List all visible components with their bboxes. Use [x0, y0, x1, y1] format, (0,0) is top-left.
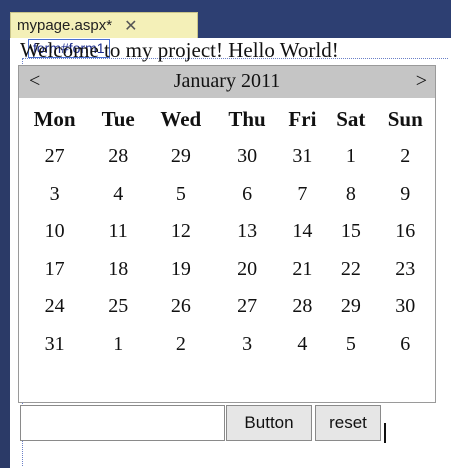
day-cell[interactable]: 7	[279, 176, 326, 214]
day-cell[interactable]: 25	[90, 288, 146, 326]
previous-month-link[interactable]: <	[29, 70, 40, 93]
day-cell[interactable]: 20	[215, 251, 278, 289]
day-cell[interactable]: 8	[326, 176, 375, 214]
submit-button[interactable]: Button	[226, 405, 312, 441]
day-cell[interactable]: 15	[326, 213, 375, 251]
day-cell[interactable]: 6	[215, 176, 278, 214]
text-cursor	[384, 423, 386, 443]
day-cell[interactable]: 9	[376, 176, 435, 214]
day-cell[interactable]: 2	[376, 138, 435, 176]
day-cell[interactable]: 12	[146, 213, 215, 251]
day-cell[interactable]: 4	[90, 176, 146, 214]
welcome-text: Welcome to my project! Hello World!	[20, 38, 339, 62]
day-cell[interactable]: 31	[279, 138, 326, 176]
day-cell[interactable]: 19	[146, 251, 215, 289]
text-input[interactable]	[20, 405, 225, 441]
document-tab-bar: mypage.aspx* ✕	[0, 0, 451, 40]
week-row: 24 25 26 27 28 29 30	[19, 288, 435, 326]
day-header: Tue	[101, 106, 135, 131]
day-cell[interactable]: 27	[19, 138, 90, 176]
day-header: Sun	[387, 106, 423, 131]
day-cell[interactable]: 26	[146, 288, 215, 326]
document-tab[interactable]: mypage.aspx* ✕	[10, 12, 198, 38]
day-cell[interactable]: 10	[19, 213, 90, 251]
day-cell[interactable]: 28	[279, 288, 326, 326]
day-cell[interactable]: 13	[215, 213, 278, 251]
day-cell[interactable]: 30	[376, 288, 435, 326]
day-cell[interactable]: 27	[215, 288, 278, 326]
day-cell[interactable]: 23	[376, 251, 435, 289]
day-cell[interactable]: 29	[146, 138, 215, 176]
day-cell[interactable]: 31	[19, 326, 90, 364]
calendar-grid: Mon Tue Wed Thu Fri Sat Sun 27 28 29 30 …	[19, 100, 435, 363]
calendar-month-title: January 2011	[173, 70, 281, 92]
day-cell[interactable]: 3	[215, 326, 278, 364]
day-cell[interactable]: 29	[326, 288, 375, 326]
day-header: Fri	[288, 106, 317, 131]
day-cell[interactable]: 5	[326, 326, 375, 364]
week-row: 3 4 5 6 7 8 9	[19, 176, 435, 214]
week-row: 31 1 2 3 4 5 6	[19, 326, 435, 364]
day-cell[interactable]: 22	[326, 251, 375, 289]
day-cell[interactable]: 1	[326, 138, 375, 176]
day-header: Mon	[33, 106, 76, 131]
day-cell[interactable]: 17	[19, 251, 90, 289]
day-cell[interactable]: 3	[19, 176, 90, 214]
day-cell[interactable]: 14	[279, 213, 326, 251]
day-cell[interactable]: 28	[90, 138, 146, 176]
calendar-header: January 2011 < >	[19, 66, 435, 98]
day-cell[interactable]: 18	[90, 251, 146, 289]
day-header: Wed	[160, 106, 202, 131]
day-cell[interactable]: 30	[215, 138, 278, 176]
day-cell[interactable]: 2	[146, 326, 215, 364]
week-row: 10 11 12 13 14 15 16	[19, 213, 435, 251]
week-row: 17 18 19 20 21 22 23	[19, 251, 435, 289]
next-month-link[interactable]: >	[416, 70, 427, 93]
day-cell[interactable]: 24	[19, 288, 90, 326]
day-header-row: Mon Tue Wed Thu Fri Sat Sun	[19, 100, 435, 138]
day-header: Sat	[336, 106, 366, 131]
day-cell[interactable]: 16	[376, 213, 435, 251]
calendar: January 2011 < > Mon Tue Wed Thu Fri Sat…	[18, 65, 436, 403]
reset-button[interactable]: reset	[315, 405, 381, 441]
day-cell[interactable]: 1	[90, 326, 146, 364]
day-cell[interactable]: 5	[146, 176, 215, 214]
week-row: 27 28 29 30 31 1 2	[19, 138, 435, 176]
day-header: Thu	[228, 106, 266, 131]
day-cell[interactable]: 11	[90, 213, 146, 251]
day-cell[interactable]: 6	[376, 326, 435, 364]
close-icon[interactable]: ✕	[124, 16, 137, 35]
day-cell[interactable]: 4	[279, 326, 326, 364]
day-cell[interactable]: 21	[279, 251, 326, 289]
tab-title: mypage.aspx*	[17, 17, 113, 34]
